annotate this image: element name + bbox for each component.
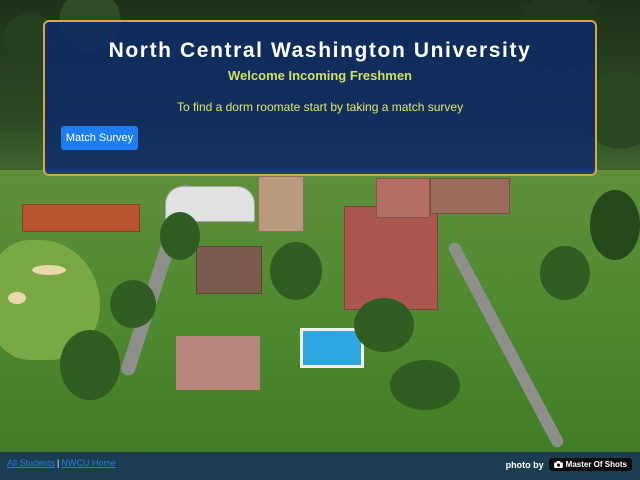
building — [430, 178, 510, 214]
photographer-name: Master Of Shots — [565, 460, 627, 469]
building — [344, 206, 438, 310]
match-survey-button[interactable]: Match Survey — [61, 126, 138, 150]
plaza — [176, 336, 260, 390]
credit-prefix: photo by — [505, 459, 544, 470]
footer-separator: | — [57, 458, 60, 468]
tree — [60, 330, 120, 400]
tree — [160, 212, 200, 260]
photographer-badge[interactable]: Master Of Shots — [548, 458, 632, 471]
building — [22, 204, 140, 232]
university-title: North Central Washington University — [108, 39, 532, 62]
building — [258, 176, 304, 232]
tree — [540, 246, 590, 300]
welcome-banner: North Central Washington University Welc… — [43, 20, 597, 176]
swimming-pool — [300, 328, 364, 368]
building — [376, 178, 430, 218]
camera-icon — [553, 461, 563, 468]
sand-trap — [32, 265, 66, 275]
nwcu-home-link[interactable]: NWCU Home — [61, 458, 116, 468]
tree — [270, 242, 322, 300]
tree — [590, 190, 640, 260]
tree — [354, 298, 414, 352]
tree — [390, 360, 460, 410]
tree — [110, 280, 156, 328]
survey-instructions: To find a dorm roomate start by taking a… — [176, 100, 464, 114]
building — [196, 246, 262, 294]
all-students-link[interactable]: All Students — [7, 458, 55, 468]
sand-trap — [8, 292, 26, 304]
footer-bar: All Students | NWCU Home photo by Master O… — [0, 452, 640, 480]
footer-links: All Students | NWCU Home — [7, 458, 116, 468]
photo-credit: photo by Master Of Shots — [506, 458, 632, 471]
welcome-subtitle: Welcome Incoming Freshmen — [228, 68, 412, 83]
